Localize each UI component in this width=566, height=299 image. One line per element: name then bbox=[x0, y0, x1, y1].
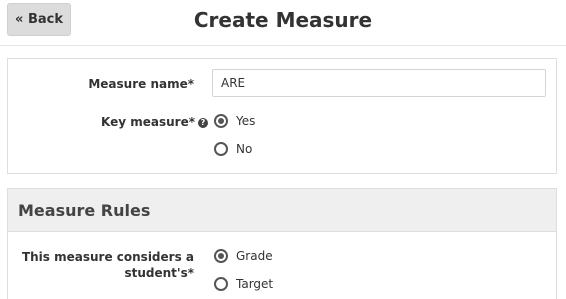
considers-label: This measure considers a student's* bbox=[18, 249, 194, 281]
measure-details-panel: Measure name* Key measure*? Yes No bbox=[7, 58, 557, 174]
key-measure-no-radio[interactable]: No bbox=[214, 142, 252, 156]
key-measure-label: Key measure* bbox=[101, 115, 195, 129]
page-title: Create Measure bbox=[193, 8, 373, 32]
radio-unchecked-icon bbox=[214, 277, 228, 291]
measure-rules-panel: Measure Rules This measure considers a s… bbox=[7, 188, 557, 299]
considers-target-label: Target bbox=[236, 277, 274, 291]
considers-grade-label: Grade bbox=[236, 249, 273, 263]
measure-rules-title: Measure Rules bbox=[18, 201, 151, 220]
radio-checked-icon bbox=[214, 114, 228, 128]
radio-checked-icon bbox=[214, 249, 228, 263]
considers-label-line2: student's* bbox=[124, 266, 194, 280]
key-measure-no-label: No bbox=[236, 142, 253, 156]
measure-name-input[interactable] bbox=[212, 69, 546, 97]
considers-label-line1: This measure considers a bbox=[21, 250, 194, 264]
key-measure-label-row: Key measure*? bbox=[18, 114, 208, 130]
measure-rules-header: Measure Rules bbox=[8, 189, 556, 232]
radio-unchecked-icon bbox=[214, 142, 228, 156]
considers-target-radio[interactable]: Target bbox=[214, 277, 273, 291]
considers-grade-radio[interactable]: Grade bbox=[214, 249, 273, 263]
key-measure-yes-label: Yes bbox=[236, 114, 256, 128]
key-measure-yes-radio[interactable]: Yes bbox=[214, 114, 255, 128]
page-header: « Back Create Measure bbox=[0, 0, 566, 46]
question-circle-icon[interactable]: ? bbox=[198, 118, 208, 128]
measure-name-label: Measure name* bbox=[88, 77, 194, 91]
